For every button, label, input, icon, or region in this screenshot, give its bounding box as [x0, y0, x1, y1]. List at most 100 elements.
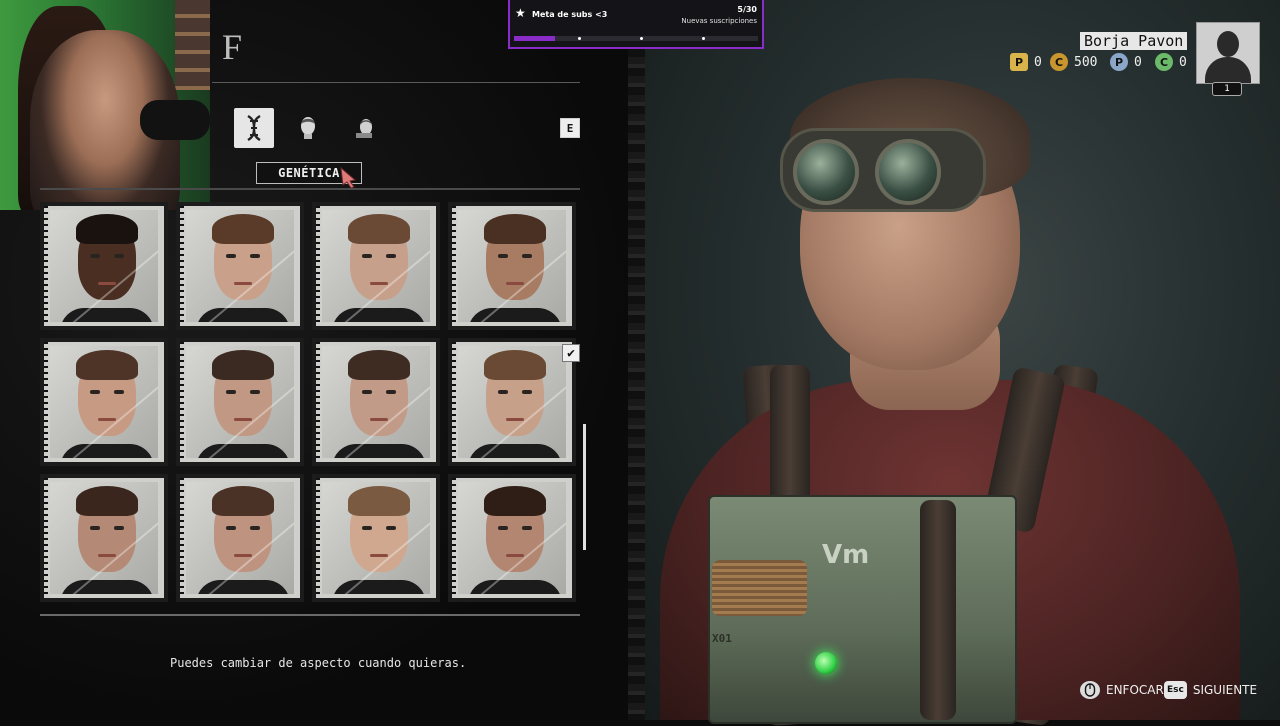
portrait-mouth [234, 418, 252, 421]
device-label: X01 [712, 632, 732, 645]
currency-icon: C [1155, 53, 1173, 71]
face-option[interactable] [312, 338, 440, 466]
prompt-next-label: SIGUIENTE [1192, 683, 1258, 697]
currency-item: P0 [1110, 52, 1142, 72]
face-option[interactable] [176, 338, 304, 466]
face-option[interactable] [40, 338, 168, 466]
face-portrait [50, 482, 158, 594]
portrait-eye [362, 526, 372, 530]
head-icon [301, 117, 315, 139]
face-option[interactable] [448, 474, 576, 602]
portrait-eye [226, 254, 236, 258]
portrait-eye [362, 390, 372, 394]
key-hint-badge: E [560, 118, 580, 138]
subgoal-marker [640, 37, 643, 40]
face-option[interactable] [312, 474, 440, 602]
portrait-mouth [98, 554, 116, 557]
face-portrait [458, 346, 566, 458]
device-coil [712, 560, 807, 616]
portrait-mouth [98, 418, 116, 421]
tab-genetics[interactable] [234, 108, 274, 148]
portrait-shirt [468, 580, 562, 594]
portrait-shirt [468, 308, 562, 322]
dna-icon [247, 114, 261, 142]
hint-text: Puedes cambiar de aspecto cuando quieras… [170, 656, 467, 670]
harness-strap-front-left [770, 365, 810, 505]
portrait-eye [250, 526, 260, 530]
portrait-eye [522, 254, 532, 258]
portrait-mouth [98, 282, 116, 285]
portrait-shirt [196, 308, 290, 322]
face-option[interactable] [40, 202, 168, 330]
face-option[interactable] [448, 202, 576, 330]
portrait-shirt [60, 580, 154, 594]
currency-item: P0 [1010, 52, 1042, 72]
streamer-webcam [0, 0, 210, 210]
device-logo: Vm [822, 540, 870, 570]
tab-face[interactable] [344, 108, 384, 148]
currency-value: 500 [1074, 54, 1098, 70]
subgoal-marker [702, 37, 705, 40]
portrait-shirt [332, 308, 426, 322]
subgoal-progress-track [514, 36, 758, 41]
face-option[interactable] [176, 474, 304, 602]
face-option[interactable] [312, 202, 440, 330]
portrait-hair [212, 214, 274, 244]
currency-icon: P [1010, 53, 1028, 71]
portrait-hair [348, 214, 410, 244]
portrait-eye [498, 526, 508, 530]
grid-scrollbar[interactable] [583, 424, 586, 550]
face-portrait [186, 346, 294, 458]
player-avatar[interactable] [1196, 22, 1260, 84]
currency-value: 0 [1134, 54, 1142, 70]
subgoal-count: 5/30 [737, 5, 757, 14]
portrait-mouth [370, 554, 388, 557]
portrait-eye [226, 526, 236, 530]
selected-checkmark-icon: ✔ [562, 344, 580, 362]
face-option[interactable] [40, 474, 168, 602]
portrait-hair [348, 486, 410, 516]
menu-title: F [222, 27, 245, 67]
face-option[interactable] [448, 338, 576, 466]
grid-top-divider [40, 188, 580, 190]
player-name: Borja Pavon [1080, 32, 1188, 50]
portrait-shirt [196, 444, 290, 458]
portrait-eye [386, 526, 396, 530]
prompt-focus[interactable]: ENFOCAR [1080, 680, 1164, 700]
portrait-eye [250, 390, 260, 394]
portrait-hair [484, 350, 546, 380]
mouse-cursor-icon [340, 166, 357, 189]
currency-value: 0 [1179, 54, 1187, 70]
portrait-mouth [234, 282, 252, 285]
portrait-hair [76, 486, 138, 516]
portrait-mouth [370, 418, 388, 421]
currency-item: C0 [1155, 52, 1187, 72]
portrait-eye [90, 254, 100, 258]
portrait-eye [386, 254, 396, 258]
portrait-hair [76, 214, 138, 244]
goggle-lens-right [875, 139, 941, 205]
portrait-shirt [60, 444, 154, 458]
face-icon [356, 119, 372, 138]
subgoal-title: Meta de subs <3 [532, 10, 608, 19]
portrait-eye [226, 390, 236, 394]
face-portrait [458, 482, 566, 594]
portrait-hair [348, 350, 410, 380]
tab-head[interactable] [288, 108, 328, 148]
webcam-microphone [140, 100, 210, 140]
avatar-head-silhouette [1217, 31, 1239, 57]
prompt-next[interactable]: Esc SIGUIENTE [1164, 680, 1257, 700]
device-led [815, 652, 837, 674]
subscription-goal-widget: ★ Meta de subs <3 5/30 Nuevas suscripcio… [508, 0, 764, 49]
portrait-shirt [332, 444, 426, 458]
goggle-lens-left [793, 139, 859, 205]
portrait-eye [114, 390, 124, 394]
face-portrait [458, 210, 566, 322]
portrait-hair [212, 486, 274, 516]
grid-bottom-divider [40, 614, 580, 616]
harness-strap-center [920, 500, 956, 720]
face-option[interactable] [176, 202, 304, 330]
face-portrait [186, 482, 294, 594]
face-portrait [50, 346, 158, 458]
face-portrait [322, 482, 430, 594]
